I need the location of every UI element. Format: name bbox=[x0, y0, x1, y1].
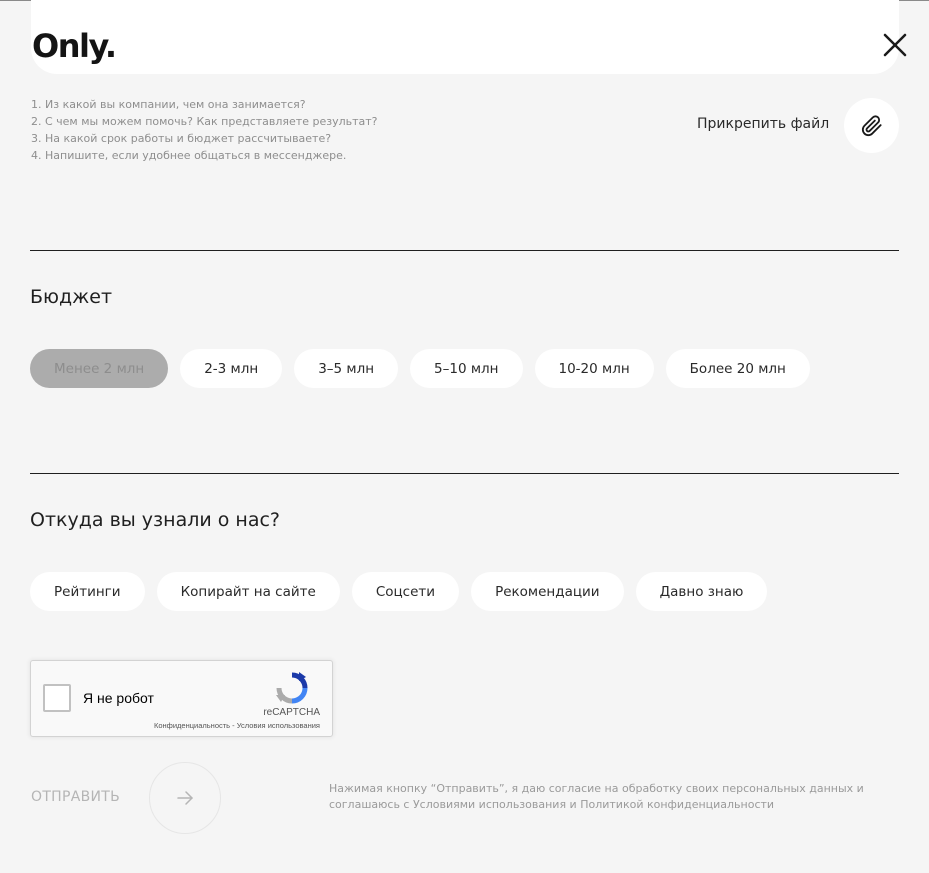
logo[interactable]: Only. bbox=[32, 27, 117, 65]
arrow-right-icon bbox=[177, 791, 193, 805]
source-option-social[interactable]: Соцсети bbox=[351, 572, 460, 611]
source-option-long-known[interactable]: Давно знаю bbox=[635, 572, 768, 611]
submit-label[interactable]: ОТПРАВИТЬ bbox=[31, 789, 120, 805]
source-option-recommendations[interactable]: Рекомендации bbox=[471, 572, 624, 611]
attach-file-label[interactable]: Прикрепить файл bbox=[697, 116, 829, 132]
source-options: Рейтинги Копирайт на сайте Соцсети Реком… bbox=[30, 572, 768, 611]
recaptcha-logo-icon bbox=[276, 672, 308, 704]
hint-line: 2. С чем мы можем помочь? Как представля… bbox=[31, 115, 378, 128]
budget-option-3-5m[interactable]: 3–5 млн bbox=[294, 349, 399, 388]
message-hints[interactable]: 1. Из какой вы компании, чем она занимае… bbox=[31, 96, 378, 164]
recaptcha-label: Я не робот bbox=[83, 690, 154, 706]
budget-divider bbox=[30, 473, 899, 474]
close-icon bbox=[883, 33, 907, 57]
recaptcha-checkbox[interactable] bbox=[43, 684, 71, 712]
hint-line: 3. На какой срок работы и бюджет рассчит… bbox=[31, 132, 332, 145]
budget-option-5-10m[interactable]: 5–10 млн bbox=[410, 349, 523, 388]
submit-button[interactable] bbox=[149, 762, 221, 834]
budget-title: Бюджет bbox=[30, 286, 113, 308]
budget-options: Менее 2 млн 2-3 млн 3–5 млн 5–10 млн 10-… bbox=[30, 349, 810, 388]
attach-file-button[interactable] bbox=[844, 98, 899, 153]
budget-option-over-20m[interactable]: Более 20 млн bbox=[665, 349, 810, 388]
budget-option-10-20m[interactable]: 10-20 млн bbox=[534, 349, 654, 388]
header-background bbox=[31, 0, 899, 74]
budget-option-2-3m[interactable]: 2-3 млн bbox=[180, 349, 283, 388]
consent-text: Нажимая кнопку “Отправить”, я даю соглас… bbox=[329, 782, 864, 811]
recaptcha-terms-link[interactable]: Конфиденциальность - Условия использован… bbox=[154, 721, 320, 730]
recaptcha-brand: reCAPTCHA bbox=[263, 707, 320, 718]
hint-line: 4. Напишите, если удобнее общаться в мес… bbox=[31, 149, 347, 162]
budget-option-under-2m[interactable]: Менее 2 млн bbox=[30, 349, 169, 388]
recaptcha-widget: Я не робот reCAPTCHA Конфиденциальность … bbox=[30, 660, 333, 737]
hint-line: 1. Из какой вы компании, чем она занимае… bbox=[31, 98, 306, 111]
message-divider bbox=[30, 250, 899, 251]
source-option-ratings[interactable]: Рейтинги bbox=[30, 572, 145, 611]
source-title: Откуда вы узнали о нас? bbox=[30, 509, 281, 531]
close-button[interactable] bbox=[881, 31, 909, 59]
paperclip-icon bbox=[861, 114, 882, 136]
source-option-copyright[interactable]: Копирайт на сайте bbox=[156, 572, 340, 611]
